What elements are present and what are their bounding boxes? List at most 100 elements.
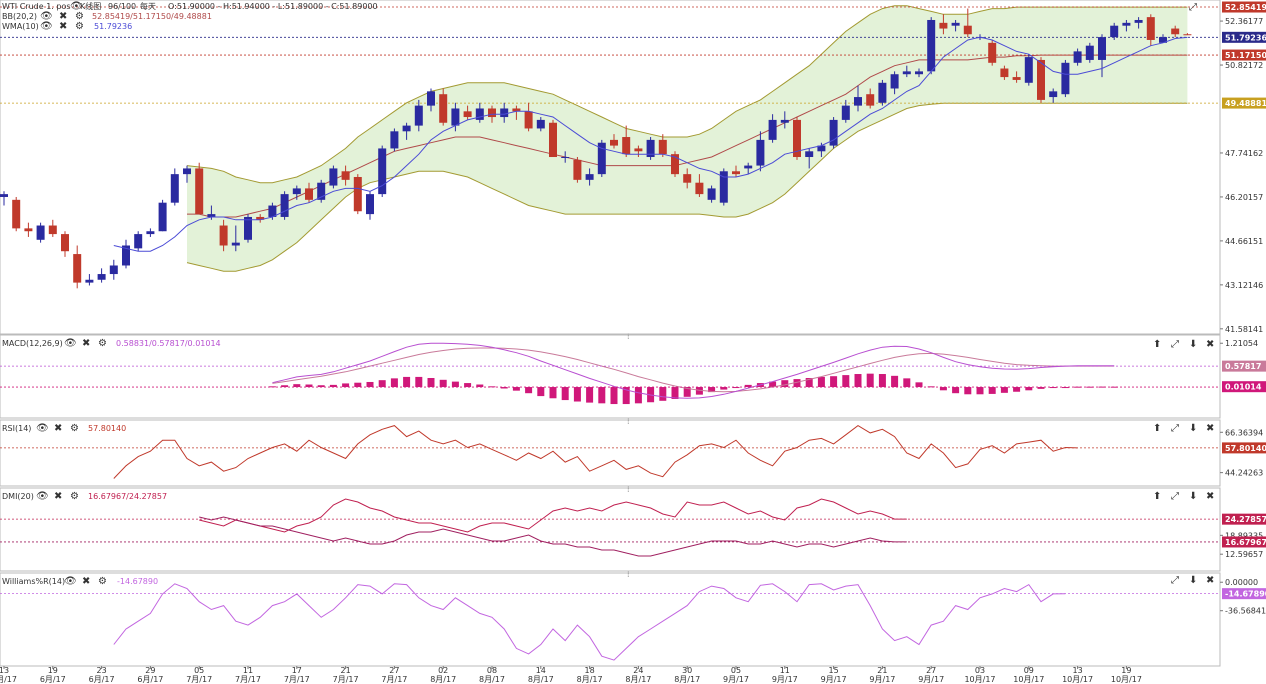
macd-up-icon[interactable]: ⬆ [1153,339,1161,350]
x-tick-month: 10月/17 [1062,675,1093,684]
x-tick-month: 9月/17 [723,675,749,684]
macd-remove-icon[interactable]: ✖ [1206,339,1214,350]
wr-values: -14.67890 [117,577,158,586]
macd-eye-icon[interactable]: 👁 [64,338,77,349]
wr-maximize-icon[interactable]: ⤢ [1171,575,1179,586]
macd-histogram-bar [830,376,838,388]
dmi-close-icon[interactable]: ✖ [54,491,62,502]
macd-histogram-bar [573,387,581,402]
macd-histogram-bar [891,375,899,388]
wr-remove-icon[interactable]: ✖ [1206,575,1214,586]
dmi-panel [0,487,1221,572]
candle-body [146,231,155,235]
macd-down-icon[interactable]: ⬇ [1189,339,1197,350]
candle-body [622,137,631,155]
dmi-down-icon[interactable]: ⬇ [1189,491,1197,502]
x-tick-month: 6月/17 [89,675,115,684]
wma-close-icon[interactable]: ✖ [59,21,67,32]
wr-value-badge: -14.67890 [1225,590,1266,599]
candle-body [866,94,875,106]
wr-tick-label: 0.00000 [1225,578,1258,587]
dmi-maximize-icon[interactable]: ⤢ [1171,491,1179,502]
wma-settings-icon[interactable]: ⚙ [75,21,84,32]
x-tick-day: 15 [829,666,839,675]
x-tick-day: 21 [341,666,351,675]
wr-down-icon[interactable]: ⬇ [1189,575,1197,586]
macd-settings-icon[interactable]: ⚙ [98,338,107,349]
rsi-down-icon[interactable]: ⬇ [1189,423,1197,434]
dmi-eye-icon[interactable]: 👁 [36,491,49,502]
main-tick-label: 52.36177 [1225,17,1263,26]
splitter-macd[interactable]: ⁞ [627,332,630,341]
main-maximize-icon[interactable]: ⤢ [1189,2,1197,13]
dmi-settings-icon[interactable]: ⚙ [70,491,79,502]
macd-header: MACD(12,26,9) 👁 ✖ ⚙ 0.58831/0.57817/0.01… [2,338,1214,350]
x-tick-day: 30 [682,666,692,675]
wr-eye-icon[interactable]: 👁 [64,576,77,587]
bb-band-fill [187,5,1188,272]
macd-histogram-bar [598,387,606,404]
x-tick-month: 8月/17 [625,675,651,684]
candle-body [1061,62,1070,95]
stock-chart: ⁞ ⁞ ⁞ ⁞ WTI Crude 1. pos 👁 K线图 96/100 每天… [0,0,1266,684]
dmi-remove-icon[interactable]: ✖ [1206,491,1214,502]
candle-body [329,168,338,186]
macd-close-icon[interactable]: ✖ [82,338,90,349]
main-tick-label: 50.82172 [1225,61,1263,70]
main-tick-label: 46.20157 [1225,193,1263,202]
candle-body [902,71,911,75]
macd-histogram-bar [293,384,301,388]
macd-histogram-bar [781,380,789,388]
macd-histogram-bar [549,387,557,399]
price-badge: 52.85419 [1225,3,1266,12]
candle-count: 96/100 [108,2,136,11]
candle-body [756,139,765,166]
splitter-dmi[interactable]: ⁞ [627,485,630,494]
candle-body [744,165,753,169]
candle-body [963,25,972,35]
candle-body [48,225,57,235]
candle-body [561,157,570,159]
candle-body [768,119,777,140]
rsi-up-icon[interactable]: ⬆ [1153,423,1161,434]
candle-body [353,176,362,212]
macd-histogram-bar [1025,387,1033,391]
splitter-wr[interactable]: ⁞ [627,570,630,579]
x-tick-month: 8月/17 [577,675,603,684]
candle-body [1012,77,1021,80]
candle-body [1037,59,1045,100]
rsi-name: RSI(14) [2,424,31,433]
period-label[interactable]: 每天 [140,1,156,11]
rsi-eye-icon[interactable]: 👁 [36,423,49,434]
candle-body [780,119,789,123]
x-tick-day: 05 [194,666,204,675]
macd-histogram-bar [842,375,850,388]
macd-maximize-icon[interactable]: ⤢ [1171,339,1179,350]
wr-settings-icon[interactable]: ⚙ [98,576,107,587]
macd-histogram-bar [878,374,886,388]
rsi-settings-icon[interactable]: ⚙ [70,423,79,434]
candle-body [988,42,997,63]
macd-histogram-bar [537,387,545,397]
dmi-up-icon[interactable]: ⬆ [1153,491,1161,502]
macd-histogram-bar [561,387,569,401]
candle-body [305,188,313,200]
price-badge: 49.48881 [1225,99,1266,108]
chart-type[interactable]: K线图 [80,1,101,11]
macd-histogram-bar [854,374,862,388]
main-tick-label: 43.12146 [1225,281,1263,290]
wma-eye-icon[interactable]: 👁 [40,21,53,32]
rsi-remove-icon[interactable]: ✖ [1206,423,1214,434]
x-tick-day: 11 [243,666,253,675]
dmi-values: 16.67967/24.27857 [88,492,167,501]
wr-header: Williams%R(14) 👁 ✖ ⚙ -14.67890 ⤢ ⬇ ✖ [2,575,1214,587]
rsi-maximize-icon[interactable]: ⤢ [1171,423,1179,434]
splitter-rsi[interactable]: ⁞ [627,417,630,426]
candle-body [158,202,167,232]
wr-close-icon[interactable]: ✖ [82,576,90,587]
x-tick-month: 10月/17 [1111,675,1142,684]
main-tick-label: 41.58141 [1225,325,1263,334]
rsi-close-icon[interactable]: ✖ [54,423,62,434]
macd-histogram-bar [903,378,911,388]
x-tick-month: 8月/17 [674,675,700,684]
